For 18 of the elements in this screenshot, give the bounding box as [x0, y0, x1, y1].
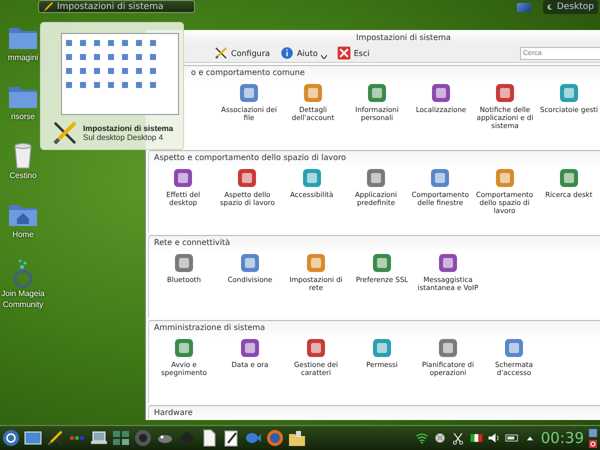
toolbar-button[interactable]: Configura [212, 46, 272, 60]
desktop-icon-label[interactable]: Join Mageia Community [0, 288, 46, 310]
desktop-icon-label[interactable]: risorse [10, 111, 35, 122]
desktop-icon-label[interactable]: mmagini [8, 52, 38, 63]
desktop-icon-label[interactable]: Cestino [9, 170, 37, 181]
taskbar-task-button[interactable]: Impostazioni di sistema [38, 0, 195, 13]
clock[interactable]: 00:39 [540, 429, 584, 447]
desktop-button[interactable]: Desktop [543, 0, 598, 14]
category-header: Rete e connettività [153, 237, 232, 249]
toolbar-button[interactable]: Esci [334, 46, 372, 60]
tooltip-subtitle: Sul desktop Desktop 4 [83, 133, 164, 142]
category-header: Hardware [153, 407, 194, 419]
toolbar-button[interactable]: Aiuto [278, 46, 329, 60]
desktop-icon-label[interactable]: Home [12, 229, 34, 240]
category-header: Aspetto e comportamento dello spazio di lavoro [153, 152, 348, 164]
category-header: o e comportamento comune [190, 67, 306, 79]
category-header: Amministrazione di sistema [153, 322, 266, 334]
tooltip-title: Impostazioni di sistema [83, 124, 174, 133]
